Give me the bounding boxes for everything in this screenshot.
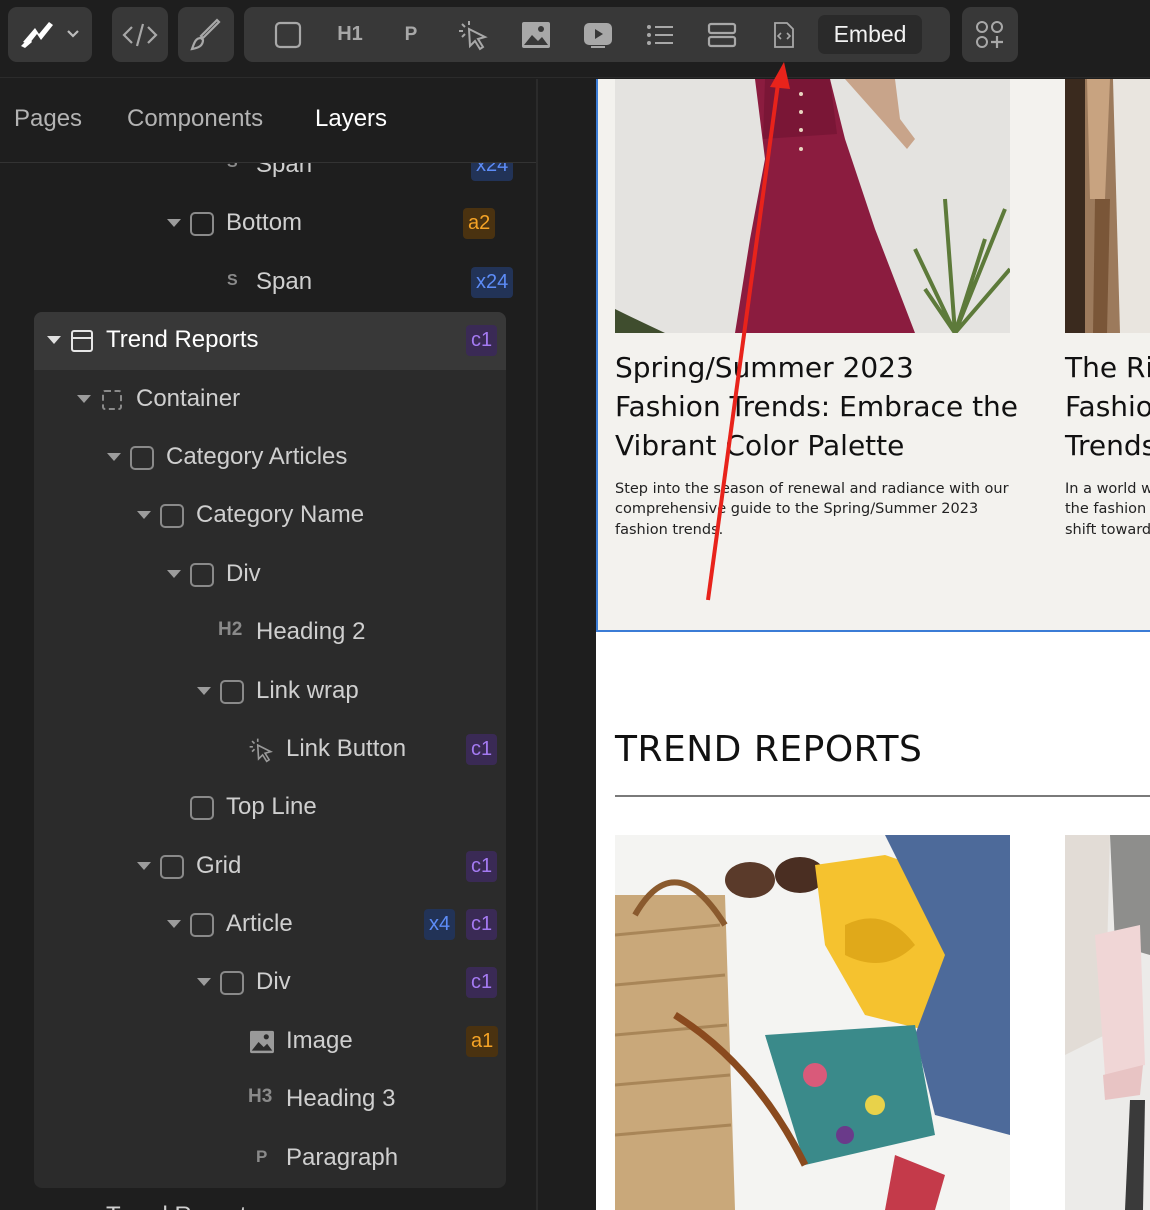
panel-tabs: Pages Components Layers: [0, 79, 536, 163]
tab-pages[interactable]: Pages: [14, 105, 82, 133]
annotation-arrow: [706, 62, 790, 601]
tab-layers[interactable]: Layers: [315, 105, 387, 133]
tab-components[interactable]: Components: [127, 105, 263, 133]
